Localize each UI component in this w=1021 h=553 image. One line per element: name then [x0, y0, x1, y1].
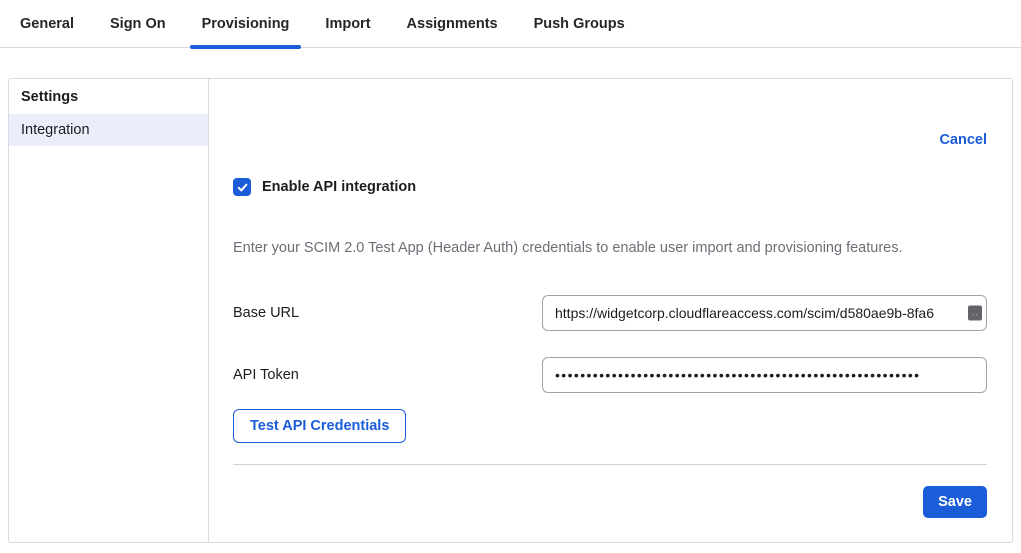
integration-settings-content: Cancel Enable API integration Enter your…	[209, 79, 1012, 542]
enable-api-integration-checkbox[interactable]	[233, 178, 251, 196]
sidebar-header: Settings	[9, 79, 208, 114]
save-row: Save	[233, 486, 987, 518]
cancel-button[interactable]: Cancel	[939, 132, 987, 148]
api-token-input-wrap	[542, 357, 987, 393]
tab-bar: General Sign On Provisioning Import Assi…	[0, 0, 1021, 48]
base-url-row: Base URL ‥	[233, 295, 987, 331]
tab-sign-on[interactable]: Sign On	[110, 0, 166, 48]
api-token-label: API Token	[233, 367, 542, 383]
tab-provisioning[interactable]: Provisioning	[202, 0, 290, 48]
api-token-input[interactable]	[542, 357, 987, 393]
checkmark-icon	[237, 182, 248, 193]
tab-import[interactable]: Import	[325, 0, 370, 48]
test-api-credentials-button[interactable]: Test API Credentials	[233, 409, 406, 443]
save-button[interactable]: Save	[923, 486, 987, 518]
cancel-row: Cancel	[233, 132, 987, 148]
api-token-row: API Token	[233, 357, 987, 393]
enable-api-integration-label: Enable API integration	[262, 179, 416, 195]
enable-api-integration-row: Enable API integration	[233, 178, 987, 196]
base-url-input-wrap: ‥	[542, 295, 987, 331]
tab-push-groups[interactable]: Push Groups	[534, 0, 625, 48]
provisioning-panel: Settings Integration Cancel Enable API i…	[8, 78, 1013, 543]
settings-sidebar: Settings Integration	[9, 79, 209, 542]
sidebar-item-integration[interactable]: Integration	[9, 114, 208, 146]
footer-divider	[233, 464, 987, 465]
text-overflow-marker: ‥	[968, 305, 982, 320]
base-url-input[interactable]	[542, 295, 987, 331]
base-url-label: Base URL	[233, 305, 542, 321]
tab-assignments[interactable]: Assignments	[407, 0, 498, 48]
credentials-description: Enter your SCIM 2.0 Test App (Header Aut…	[233, 239, 987, 259]
test-credentials-row: Test API Credentials	[233, 409, 987, 443]
tab-general[interactable]: General	[20, 0, 74, 48]
